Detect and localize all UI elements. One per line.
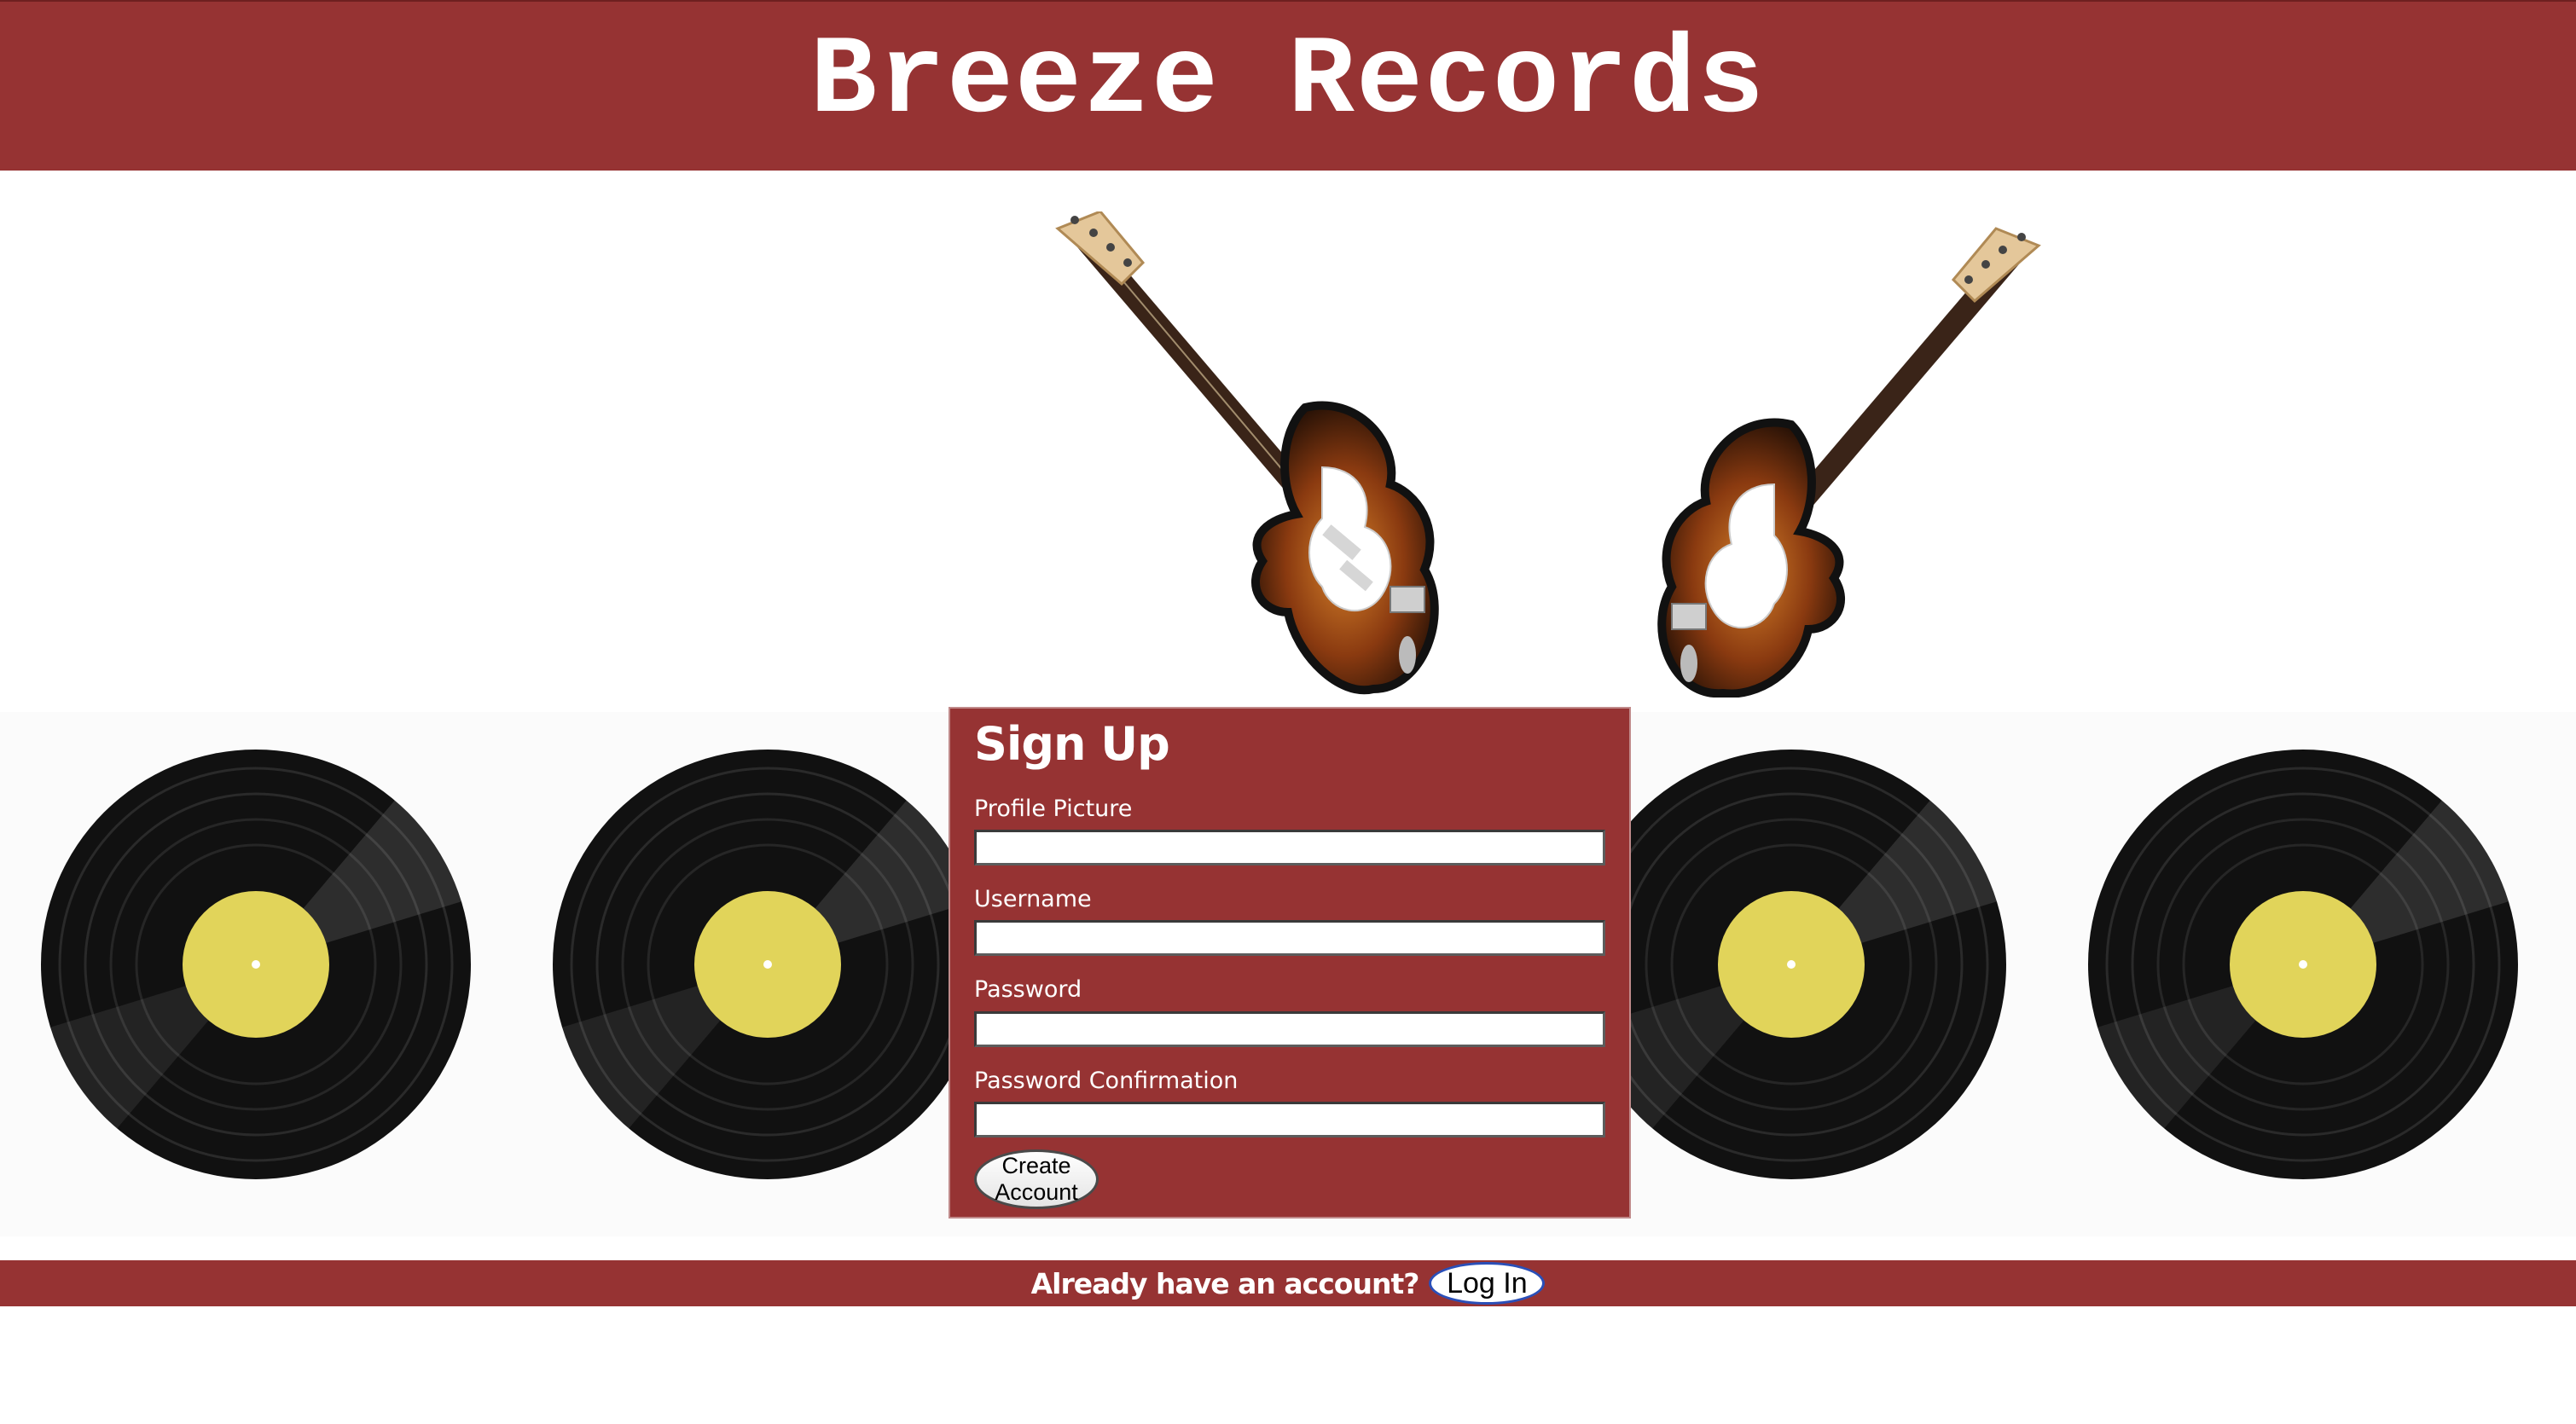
vinyl-record-icon — [1574, 747, 2009, 1182]
guitars-image — [1049, 211, 2047, 698]
profile-picture-input[interactable] — [974, 829, 1605, 865]
signup-title: Sign Up — [974, 717, 1170, 771]
log-in-button[interactable]: Log In — [1429, 1262, 1546, 1305]
right-guitar-icon — [1657, 227, 2041, 698]
password-label: Password — [974, 976, 1082, 1004]
login-prompt-bar: Already have an account? Log In — [0, 1260, 2576, 1306]
vinyl-record-icon — [550, 747, 985, 1182]
username-label: Username — [974, 885, 1092, 912]
profile-picture-label: Profile Picture — [974, 795, 1133, 822]
password-input[interactable] — [974, 1010, 1605, 1047]
password-confirmation-label: Password Confirmation — [974, 1067, 1239, 1094]
username-input[interactable] — [974, 920, 1605, 957]
site-title: Breeze Records — [809, 20, 1767, 145]
vinyl-record-icon — [2086, 747, 2521, 1182]
left-guitar-icon — [1055, 211, 1439, 695]
page: Breeze Records Sign Up Profile Picture U… — [0, 0, 2576, 1424]
password-confirmation-input[interactable] — [974, 1102, 1605, 1138]
signup-form: Sign Up Profile Picture Username Passwor… — [949, 707, 1631, 1219]
site-header: Breeze Records — [0, 0, 2576, 171]
login-prompt-text: Already have an account? — [1030, 1266, 1420, 1300]
create-account-button[interactable]: Create Account — [974, 1149, 1099, 1210]
vinyl-record-icon — [38, 747, 473, 1182]
